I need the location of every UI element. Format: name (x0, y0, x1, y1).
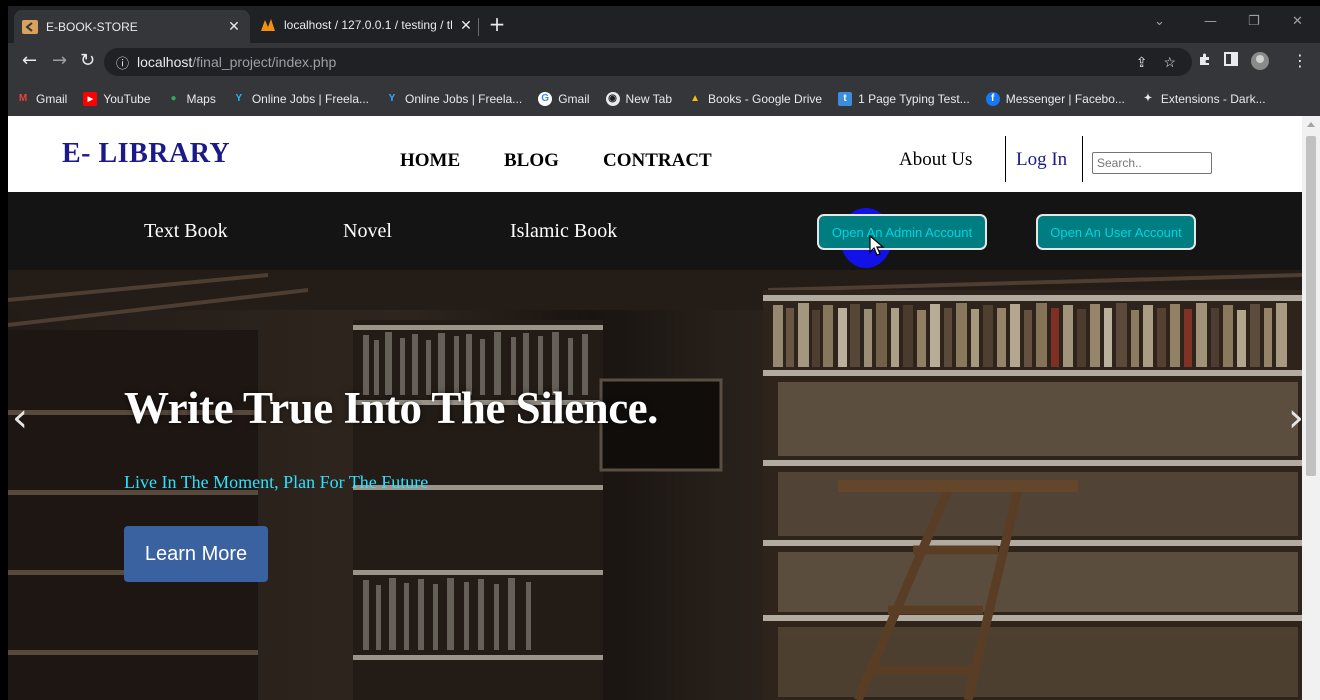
login-link[interactable]: Log In (1016, 149, 1067, 171)
nav-contract-link[interactable]: CONTRACT (603, 150, 712, 172)
learn-more-button[interactable]: Learn More (124, 526, 268, 582)
address-bar[interactable]: ⓘ localhost/final_project/index.php ⇪ ☆ (104, 48, 1192, 76)
close-window-icon[interactable]: ✕ (1292, 14, 1303, 29)
side-panel-icon[interactable] (1224, 51, 1238, 70)
bookmark-label: Maps (186, 91, 216, 106)
google-icon: G (538, 91, 553, 106)
close-tab-icon[interactable]: ✕ (226, 18, 242, 35)
omnibox-actions: ⇪ ☆ (1136, 48, 1176, 76)
bookmark-label: Gmail (558, 91, 590, 106)
page-scrollbar[interactable] (1302, 116, 1320, 700)
nav-home-link[interactable]: HOME (400, 150, 460, 172)
category-text-book[interactable]: Text Book (144, 220, 228, 243)
open-admin-account-button[interactable]: Open An Admin Account (817, 214, 987, 250)
nav-divider (1082, 136, 1083, 182)
site-logo[interactable]: E- LIBRARY (62, 138, 230, 170)
bookmark-online-jobs-2[interactable]: Y Online Jobs | Freela... (385, 91, 523, 106)
browser-chrome: E-BOOK-STORE ✕ localhost / 127.0.0.1 / t… (8, 6, 1320, 116)
drive-icon: ▲ (690, 93, 700, 104)
bookmark-books-drive[interactable]: ▲ Books - Google Drive (688, 92, 822, 106)
url-host: localhost (137, 54, 193, 70)
tab-phpmyadmin[interactable]: localhost / 127.0.0.1 / testing / tl ✕ (252, 9, 482, 41)
bookmark-extensions[interactable]: ✦ Extensions - Dark... (1141, 92, 1266, 106)
bookmark-label: New Tab (625, 91, 673, 106)
bookmark-star-icon[interactable]: ☆ (1163, 54, 1176, 71)
bookmark-label: Online Jobs | Freela... (251, 91, 370, 106)
bookmark-gmail[interactable]: M Gmail (16, 91, 68, 106)
hero-subtitle: Live In The Moment, Plan For The Future (124, 472, 429, 492)
category-islamic-book[interactable]: Islamic Book (510, 220, 617, 243)
scroll-up-icon[interactable] (1307, 122, 1315, 127)
typing-test-icon: t (838, 91, 853, 106)
tab-title: E-BOOK-STORE (46, 19, 138, 34)
mouse-pointer-icon (869, 235, 885, 256)
bookmark-label: Messenger | Facebo... (1005, 91, 1125, 106)
category-bar: Text Book Novel Islamic Book Open An Adm… (8, 192, 1302, 270)
url-path: /final_project/index.php (192, 54, 337, 70)
profile-avatar[interactable] (1250, 51, 1270, 75)
minimize-icon[interactable]: — (1204, 14, 1217, 29)
phpmyadmin-icon (260, 17, 276, 33)
close-tab-icon[interactable]: ✕ (458, 17, 474, 34)
hero-carousel: ‹ › Write True Into The Silence. Live In… (8, 270, 1302, 700)
bookmark-label: Gmail (36, 91, 68, 106)
open-user-account-button[interactable]: Open An User Account (1036, 214, 1196, 250)
new-tab-icon[interactable]: + (486, 14, 508, 36)
chrome-icon: ◉ (605, 91, 620, 106)
tab-search-icon[interactable]: ⌄ (1154, 14, 1165, 29)
youtube-icon: ▶ (83, 91, 98, 106)
tab-title: localhost / 127.0.0.1 / testing / tl (284, 18, 453, 32)
forward-icon[interactable]: → (52, 51, 67, 71)
bookmark-typing-test[interactable]: t 1 Page Typing Test... (838, 91, 970, 106)
maps-icon: ● (170, 93, 177, 104)
back-icon[interactable]: ← (22, 51, 37, 71)
bookmark-gmail-google[interactable]: G Gmail (538, 91, 590, 106)
hero-title: Write True Into The Silence. (124, 383, 658, 433)
bookmarks-bar: M Gmail ▶ YouTube ● Maps Y Online Jobs | Fre… (8, 81, 1320, 116)
search-input[interactable] (1092, 152, 1212, 174)
bookmark-label: Books - Google Drive (708, 91, 823, 106)
website-viewport: E- LIBRARY HOME BLOG CONTRACT About Us L… (8, 116, 1302, 700)
nav-divider (1005, 136, 1006, 182)
extensions-puzzle-icon[interactable] (1198, 51, 1212, 70)
share-icon[interactable]: ⇪ (1136, 54, 1148, 71)
bookmark-new-tab[interactable]: ◉ New Tab (605, 91, 673, 106)
site-favicon-icon (22, 19, 38, 35)
carousel-next-icon[interactable]: › (1288, 398, 1302, 438)
category-novel[interactable]: Novel (343, 220, 392, 243)
browser-toolbar: ← → ↻ ⓘ localhost/final_project/index.ph… (8, 43, 1320, 81)
freelancer-icon: Y (388, 93, 396, 104)
freelancer-icon: Y (235, 93, 243, 104)
site-info-icon[interactable]: ⓘ (116, 53, 129, 72)
nav-about-link[interactable]: About Us (899, 149, 972, 171)
puzzle-icon: ✦ (1143, 93, 1153, 104)
top-navbar: E- LIBRARY HOME BLOG CONTRACT About Us L… (8, 116, 1302, 192)
tab-ebook-store[interactable]: E-BOOK-STORE ✕ (14, 10, 250, 43)
gmail-icon: M (18, 93, 28, 104)
browser-menu-icon[interactable]: ⋮ (1292, 51, 1308, 70)
tab-strip: E-BOOK-STORE ✕ localhost / 127.0.0.1 / t… (8, 6, 1320, 43)
bookmark-online-jobs-1[interactable]: Y Online Jobs | Freela... (232, 91, 370, 106)
tab-divider (478, 18, 479, 36)
nav-blog-link[interactable]: BLOG (504, 150, 559, 172)
bookmark-label: 1 Page Typing Test... (858, 91, 970, 106)
bookmark-label: YouTube (103, 91, 151, 106)
bookmark-youtube[interactable]: ▶ YouTube (83, 91, 151, 106)
messenger-icon: f (985, 91, 1000, 106)
carousel-prev-icon[interactable]: ‹ (12, 398, 42, 438)
bookmark-label: Online Jobs | Freela... (405, 91, 523, 106)
bookmark-maps[interactable]: ● Maps (167, 91, 216, 106)
restore-icon[interactable]: ❐ (1248, 14, 1260, 29)
bookmark-label: Extensions - Dark... (1160, 91, 1266, 106)
reload-icon[interactable]: ↻ (80, 51, 95, 71)
scrollbar-thumb[interactable] (1306, 136, 1316, 476)
bookmark-messenger[interactable]: f Messenger | Facebo... (985, 91, 1125, 106)
